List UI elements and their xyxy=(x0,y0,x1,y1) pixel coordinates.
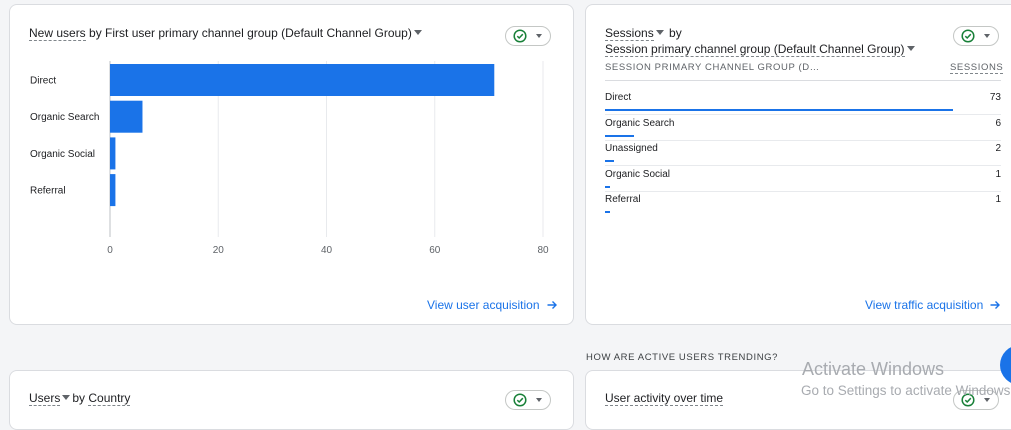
new-users-card: New users by First user primary channel … xyxy=(9,4,574,325)
view-traffic-acquisition-link[interactable]: View traffic acquisition xyxy=(865,297,1001,313)
column-header-sessions[interactable]: SESSIONS xyxy=(950,62,1004,74)
category-label: Direct xyxy=(30,76,56,87)
row-value: 6 xyxy=(995,117,1001,129)
chevron-down-icon xyxy=(536,34,542,38)
row-bar xyxy=(605,134,634,137)
bar[interactable] xyxy=(110,137,116,170)
category-label: Organic Social xyxy=(30,149,95,160)
user-activity-title-text[interactable]: User activity over time xyxy=(605,391,724,406)
view-traffic-acquisition-label: View traffic acquisition xyxy=(865,298,984,312)
caret-down-icon[interactable] xyxy=(62,395,71,401)
table-row[interactable]: Organic Search 6 xyxy=(605,115,1001,141)
metric-selector[interactable]: New users xyxy=(29,26,86,41)
arrow-right-icon xyxy=(990,301,1001,309)
chevron-down-icon xyxy=(984,34,990,38)
caret-down-icon[interactable] xyxy=(655,30,664,36)
table-row[interactable]: Direct 73 xyxy=(605,89,1001,115)
user-activity-card: User activity over time xyxy=(585,370,1011,430)
row-value: 1 xyxy=(995,168,1001,180)
bar[interactable] xyxy=(110,64,495,96)
caret-down-icon[interactable] xyxy=(906,46,915,52)
x-tick-label: 0 xyxy=(107,245,113,256)
check-circle-icon xyxy=(513,29,527,43)
users-by-country-card: Users by Country xyxy=(9,370,574,430)
sessions-card: Sessions by Session primary channel grou… xyxy=(585,4,1011,325)
country-dimension-selector[interactable]: Country xyxy=(88,391,131,406)
sessions-title-by: by xyxy=(669,26,682,40)
row-value: 73 xyxy=(989,92,1001,103)
row-label: Unassigned xyxy=(605,143,658,154)
row-label: Direct xyxy=(605,92,632,103)
row-label: Organic Social xyxy=(605,168,671,180)
title-dimension: by First user primary channel group (Def… xyxy=(89,26,412,40)
sessions-dimension-selector[interactable]: Session primary channel group (Default C… xyxy=(605,42,905,57)
x-tick-label: 20 xyxy=(213,245,225,256)
sessions-compare-status-button[interactable] xyxy=(953,26,999,46)
view-user-acquisition-label: View user acquisition xyxy=(427,298,540,312)
check-circle-icon xyxy=(961,29,975,43)
table-row[interactable]: Organic Social 1 xyxy=(605,166,1001,192)
row-label: Referral xyxy=(605,194,641,205)
users-country-title: Users by Country xyxy=(29,390,131,406)
users-country-compare-button[interactable] xyxy=(505,390,551,410)
row-bar xyxy=(605,160,615,162)
x-tick-label: 80 xyxy=(537,245,549,256)
active-users-section-heading: HOW ARE ACTIVE USERS TRENDING? xyxy=(586,352,779,363)
user-activity-title: User activity over time xyxy=(605,390,724,406)
chevron-down-icon xyxy=(984,398,990,402)
arrow-right-icon xyxy=(547,301,557,309)
bar[interactable] xyxy=(110,100,143,133)
row-value: 2 xyxy=(995,143,1001,154)
column-header-dimension[interactable]: SESSION PRIMARY CHANNEL GROUP (D… xyxy=(605,62,820,73)
x-tick-label: 60 xyxy=(429,245,441,256)
chevron-down-icon xyxy=(536,398,542,402)
category-label: Referral xyxy=(30,186,66,197)
check-circle-icon xyxy=(513,393,527,407)
row-value: 1 xyxy=(995,194,1001,205)
category-label: Organic Search xyxy=(30,112,99,123)
activate-windows-title: Activate Windows xyxy=(802,359,945,379)
new-users-bar-chart: 0 20 40 60 80 Direct Organic Search Organic Soc… xyxy=(30,61,549,256)
header-divider xyxy=(605,80,1001,81)
users-title-by: by xyxy=(72,391,86,405)
new-users-card-title: New users by First user primary channel … xyxy=(29,25,424,41)
bar[interactable] xyxy=(110,174,116,207)
users-metric-selector[interactable]: Users xyxy=(29,391,61,406)
row-label: Organic Search xyxy=(605,117,675,129)
activate-windows-subtitle: Go to Settings to activate Windows. xyxy=(801,383,1011,398)
x-tick-label: 40 xyxy=(321,245,333,256)
row-bar xyxy=(605,211,610,213)
row-bar xyxy=(605,109,953,111)
sessions-card-title: Sessions by Session primary channel grou… xyxy=(605,25,917,57)
table-row[interactable]: Unassigned 2 xyxy=(605,140,1001,166)
row-bar xyxy=(605,185,610,188)
compare-status-button[interactable] xyxy=(505,26,551,46)
caret-down-icon[interactable] xyxy=(413,30,422,36)
view-user-acquisition-link[interactable]: View user acquisition xyxy=(427,297,558,313)
sessions-metric-selector[interactable]: Sessions xyxy=(605,26,654,41)
table-row[interactable]: Referral 1 xyxy=(605,191,1001,217)
